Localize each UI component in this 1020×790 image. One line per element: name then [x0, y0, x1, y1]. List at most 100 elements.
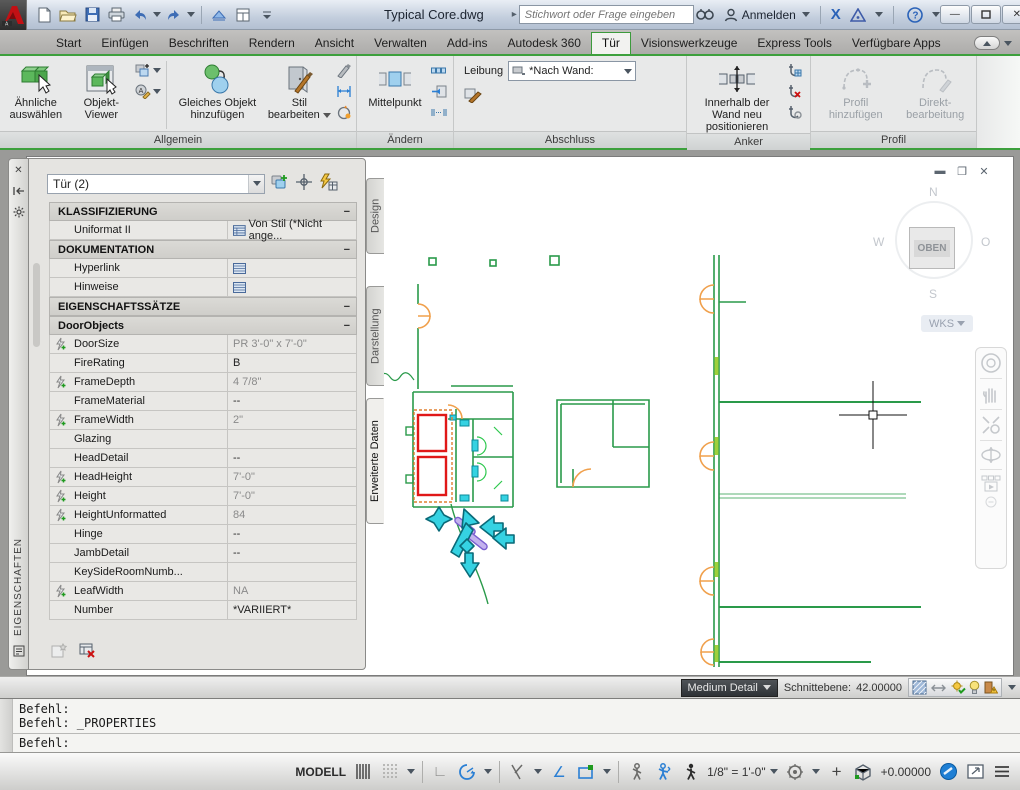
undo-dropdown[interactable] [153, 12, 161, 17]
tab-start[interactable]: Start [46, 33, 91, 54]
command-line-grip[interactable] [0, 699, 13, 752]
command-input[interactable]: Befehl: [13, 734, 1020, 752]
model-space-button[interactable]: MODELL [295, 765, 346, 779]
property-row[interactable]: DoorSize PR 3'-0" x 7'-0" [49, 335, 357, 354]
tab-express-tools[interactable]: Express Tools [747, 33, 841, 54]
lightbulb-icon[interactable] [969, 680, 980, 695]
edit-endcap-icon[interactable] [464, 86, 482, 103]
osnap-dropdown[interactable] [534, 769, 543, 774]
clean-screen-icon[interactable] [965, 761, 985, 783]
search-arrow-icon[interactable]: ▸ [512, 9, 517, 20]
selection-cycling-off-icon[interactable] [626, 761, 646, 783]
property-value[interactable]: B [228, 357, 356, 369]
ribbon-collapse-dropdown[interactable] [1004, 40, 1012, 46]
binoculars-icon[interactable] [694, 4, 716, 26]
property-row[interactable]: FrameMaterial -- [49, 392, 357, 411]
tab-beschriften[interactable]: Beschriften [159, 33, 239, 54]
close-button[interactable]: ✕ [1001, 5, 1020, 24]
viewcube-west[interactable]: W [873, 235, 884, 249]
new-icon[interactable] [33, 4, 55, 26]
property-value[interactable]: NA [228, 585, 356, 597]
anchor-attach-icon[interactable] [785, 104, 802, 121]
property-row[interactable]: KeySideRoomNumb... [49, 563, 357, 582]
selection-cycling-on-icon[interactable] [653, 761, 673, 783]
annotation-visibility-icon[interactable] [785, 761, 805, 783]
property-set-data-icon[interactable] [318, 173, 338, 194]
tab-verwalten[interactable]: Verwalten [364, 33, 437, 54]
property-row[interactable]: Glazing [49, 430, 357, 449]
palette-settings-icon[interactable] [12, 205, 26, 219]
anchor-release-icon[interactable] [785, 83, 802, 100]
workspace-switching-icon[interactable]: + [827, 761, 847, 783]
palette-scrollbar[interactable] [33, 263, 40, 347]
undo-icon[interactable] [129, 4, 151, 26]
search-input[interactable] [518, 5, 694, 24]
drawing-statusbar-menu-icon[interactable] [1008, 685, 1016, 690]
surface-hatch-toggle-icon[interactable] [912, 680, 927, 695]
property-value[interactable]: 4 7/8" [228, 376, 356, 388]
panel-title-anker[interactable]: Anker [687, 133, 810, 150]
property-value[interactable]: 7'-0" [228, 490, 356, 502]
dynamic-input-icon[interactable] [576, 761, 596, 783]
doc-minimize-icon[interactable]: ▬ [933, 165, 947, 178]
section-doorobjects[interactable]: DoorObjects − [49, 316, 357, 335]
property-row[interactable]: Hinweise [49, 278, 357, 297]
communication-dropdown[interactable] [874, 12, 883, 17]
object-track-icon[interactable]: ∠ [549, 761, 569, 783]
tab-tuer-active[interactable]: Tür [590, 32, 631, 54]
property-row[interactable]: Hyperlink [49, 259, 357, 278]
edit-style-button[interactable]: Stil bearbeiten [265, 59, 334, 121]
properties-toggle-icon[interactable] [232, 4, 254, 26]
tab-rendern[interactable]: Rendern [239, 33, 305, 54]
collapse-icon[interactable]: − [344, 244, 350, 256]
annoscale-dropdown[interactable] [811, 769, 820, 774]
property-row[interactable]: JambDetail -- [49, 544, 357, 563]
palette-properties-icon[interactable] [12, 644, 26, 658]
qat-customize-icon[interactable] [256, 4, 278, 26]
selection-combo[interactable]: Tür (2) [47, 173, 265, 194]
ribbon-collapse-button[interactable] [974, 36, 1000, 50]
redo-dropdown[interactable] [187, 12, 195, 17]
property-value[interactable] [228, 281, 356, 293]
daylight-toggle-icon[interactable] [950, 680, 966, 695]
communication-center-icon[interactable] [847, 4, 869, 26]
property-row[interactable]: Hinge -- [49, 525, 357, 544]
viewcube-north[interactable]: N [929, 185, 938, 199]
polar-dropdown[interactable] [484, 769, 493, 774]
tab-einfuegen[interactable]: Einfügen [91, 33, 158, 54]
open-icon[interactable] [57, 4, 79, 26]
viewcube[interactable]: N W O S OBEN [873, 185, 990, 307]
viewcube-east[interactable]: O [981, 235, 990, 249]
panel-title-aendern[interactable]: Ändern [357, 131, 453, 148]
section-dokumentation[interactable]: DOKUMENTATION − [49, 240, 357, 259]
selection-preview-icon[interactable] [680, 761, 700, 783]
property-row[interactable]: Number *VARIIERT* [49, 601, 357, 620]
space-evenly-icon[interactable] [431, 104, 447, 121]
copy-style-icon[interactable] [336, 62, 352, 79]
annotation-edit-button[interactable]: A [135, 83, 162, 100]
side-tab-erweiterte-daten[interactable]: Erweiterte Daten [366, 398, 384, 524]
array-icon[interactable] [431, 62, 447, 79]
section-eigenschaftssaetze[interactable]: EIGENSCHAFTSSÄTZE − [49, 297, 357, 316]
snap-dropdown[interactable] [407, 769, 416, 774]
property-row[interactable]: HeadDetail -- [49, 449, 357, 468]
wcs-dropdown[interactable]: WKS [921, 315, 973, 332]
navigation-bar[interactable] [975, 347, 1007, 569]
leibung-combo-dropdown[interactable] [624, 68, 633, 74]
select-objects-icon[interactable] [270, 173, 290, 194]
viewcube-south[interactable]: S [929, 287, 937, 301]
help-dropdown[interactable] [931, 12, 940, 17]
tab-visionswerkzeuge[interactable]: Visionswerkzeuge [631, 33, 748, 54]
add-selected-button[interactable]: Gleiches Objekt hinzufügen [172, 59, 263, 121]
side-tab-darstellung[interactable]: Darstellung [366, 286, 384, 386]
dyninput-dropdown[interactable] [603, 769, 612, 774]
sign-in-button[interactable]: Anmelden [724, 8, 796, 22]
collapse-icon[interactable]: − [344, 320, 350, 332]
tab-autodesk360[interactable]: Autodesk 360 [498, 33, 591, 54]
exchange-apps-icon[interactable]: X [831, 6, 841, 23]
property-value[interactable]: -- [228, 452, 356, 464]
property-value[interactable]: -- [228, 395, 356, 407]
renovation-icon[interactable] [336, 104, 352, 121]
panel-title-abschluss[interactable]: Abschluss [454, 131, 686, 148]
materials-warning-icon[interactable] [983, 680, 998, 695]
